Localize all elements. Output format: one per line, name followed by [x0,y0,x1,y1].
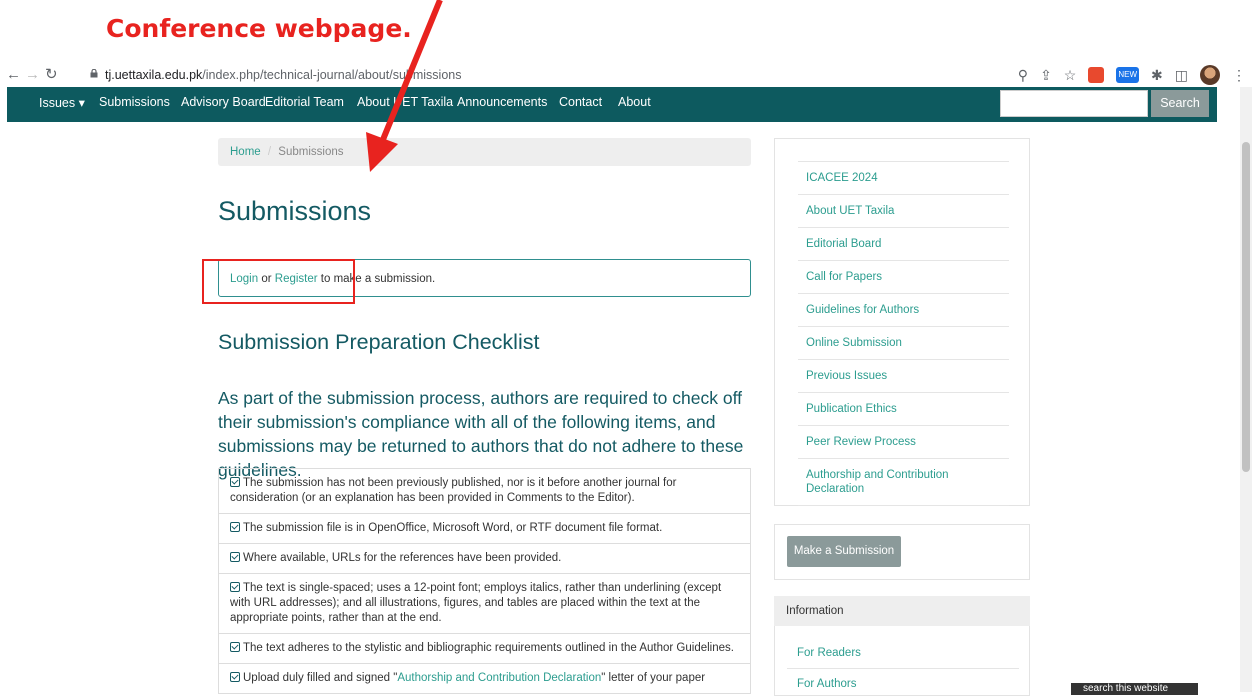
nav-advisory-board[interactable]: Advisory Board [181,95,266,109]
checklist-text: The submission file is in OpenOffice, Mi… [243,522,663,534]
sidebar-item-authorship-declaration[interactable]: Authorship and Contribution Declaration [798,458,1009,506]
bookmark-star-icon[interactable]: ☆ [1064,67,1077,84]
nav-submissions[interactable]: Submissions [99,95,170,109]
sidebar-item-online-submission[interactable]: Online Submission [798,326,1009,359]
zoom-icon[interactable]: ⚲ [1018,67,1028,84]
nav-announcements[interactable]: Announcements [457,95,547,109]
checklist: The submission has not been previously p… [218,468,751,694]
checklist-item: The text is single-spaced; uses a 12-poi… [219,574,750,634]
breadcrumb-home[interactable]: Home [230,146,261,158]
nav-about[interactable]: About [618,95,651,109]
side-panel-icon[interactable]: ◫ [1175,67,1188,84]
lock-icon [90,69,98,78]
sidebar-item-call-for-papers[interactable]: Call for Papers [798,260,1009,293]
menu-kebab-icon[interactable]: ⋮ [1232,67,1246,84]
reload-icon[interactable]: ↻ [45,66,58,84]
nav-issues[interactable]: Issues ▾ [39,95,85,110]
url-path: /index.php/technical-journal/about/submi… [202,68,462,82]
for-authors-link[interactable]: For Authors [797,678,856,690]
check-square-icon [230,552,240,562]
checklist-item: The submission has not been previously p… [219,469,750,514]
share-icon[interactable]: ⇪ [1040,67,1052,84]
checklist-item: The text adheres to the stylistic and bi… [219,634,750,664]
for-readers-link[interactable]: For Readers [797,647,861,659]
url-host: tj.uettaxila.edu.pk [105,68,203,82]
annotation-label: Conference webpage. [106,14,412,43]
check-square-icon [230,477,240,487]
new-extension-icon[interactable]: NEW [1116,67,1140,83]
sidebar-item-publication-ethics[interactable]: Publication Ethics [798,392,1009,425]
browser-extensions: ⚲ ⇪ ☆ NEW ✱ ◫ ⋮ [1018,64,1246,86]
scrollbar-thumb[interactable] [1242,142,1250,472]
breadcrumb: Home / Submissions [218,138,751,166]
checklist-heading: Submission Preparation Checklist [218,330,540,354]
sidebar-item-icacee-2024[interactable]: ICACEE 2024 [798,161,1009,194]
checklist-text: The submission has not been previously p… [230,477,677,504]
checklist-text: The text is single-spaced; uses a 12-poi… [230,582,722,624]
checklist-text: Where available, URLs for the references… [243,552,562,564]
check-square-icon [230,642,240,652]
search-button[interactable]: Search [1151,90,1209,117]
forward-icon[interactable]: → [25,66,40,84]
sidebar-menu: ICACEE 2024 About UET Taxila Editorial B… [798,161,1009,506]
floating-site-search[interactable]: search this website [1071,683,1198,695]
divider [787,668,1019,669]
sidebar-item-editorial-board[interactable]: Editorial Board [798,227,1009,260]
puzzle-icon[interactable]: ✱ [1151,67,1163,84]
extension-icon[interactable] [1088,67,1105,83]
check-square-icon [230,672,240,682]
nav-contact[interactable]: Contact [559,95,602,109]
check-square-icon [230,522,240,532]
nav-about-uet-taxila[interactable]: About UET Taxila [357,95,453,109]
page-title: Submissions [218,196,372,226]
make-submission-button[interactable]: Make a Submission [787,536,901,567]
breadcrumb-separator: / [267,146,272,158]
declaration-link[interactable]: Authorship and Contribution Declaration [397,672,601,684]
checklist-text: Upload duly filled and signed " [243,672,398,684]
sidebar-item-peer-review[interactable]: Peer Review Process [798,425,1009,458]
checklist-item: The submission file is in OpenOffice, Mi… [219,514,750,544]
checklist-item: Where available, URLs for the references… [219,544,750,574]
checklist-item: Upload duly filled and signed "Authorshi… [219,664,750,694]
checklist-text: The text adheres to the stylistic and bi… [243,642,734,654]
information-heading: Information [774,596,1030,626]
nav-editorial-team[interactable]: Editorial Team [265,95,344,109]
sidebar-item-about-uet-taxila[interactable]: About UET Taxila [798,194,1009,227]
back-icon[interactable]: ← [6,66,21,84]
page-scrollbar[interactable] [1240,87,1252,692]
address-bar[interactable]: tj.uettaxila.edu.pk/index.php/technical-… [105,66,461,84]
sidebar-item-guidelines[interactable]: Guidelines for Authors [798,293,1009,326]
site-search-input[interactable] [1000,90,1148,117]
check-square-icon [230,582,240,592]
profile-avatar[interactable] [1200,65,1220,85]
annotation-highlight-box [202,259,355,304]
checklist-text-suffix: " letter of your paper [601,672,706,684]
sidebar-item-previous-issues[interactable]: Previous Issues [798,359,1009,392]
breadcrumb-current: Submissions [278,146,344,158]
